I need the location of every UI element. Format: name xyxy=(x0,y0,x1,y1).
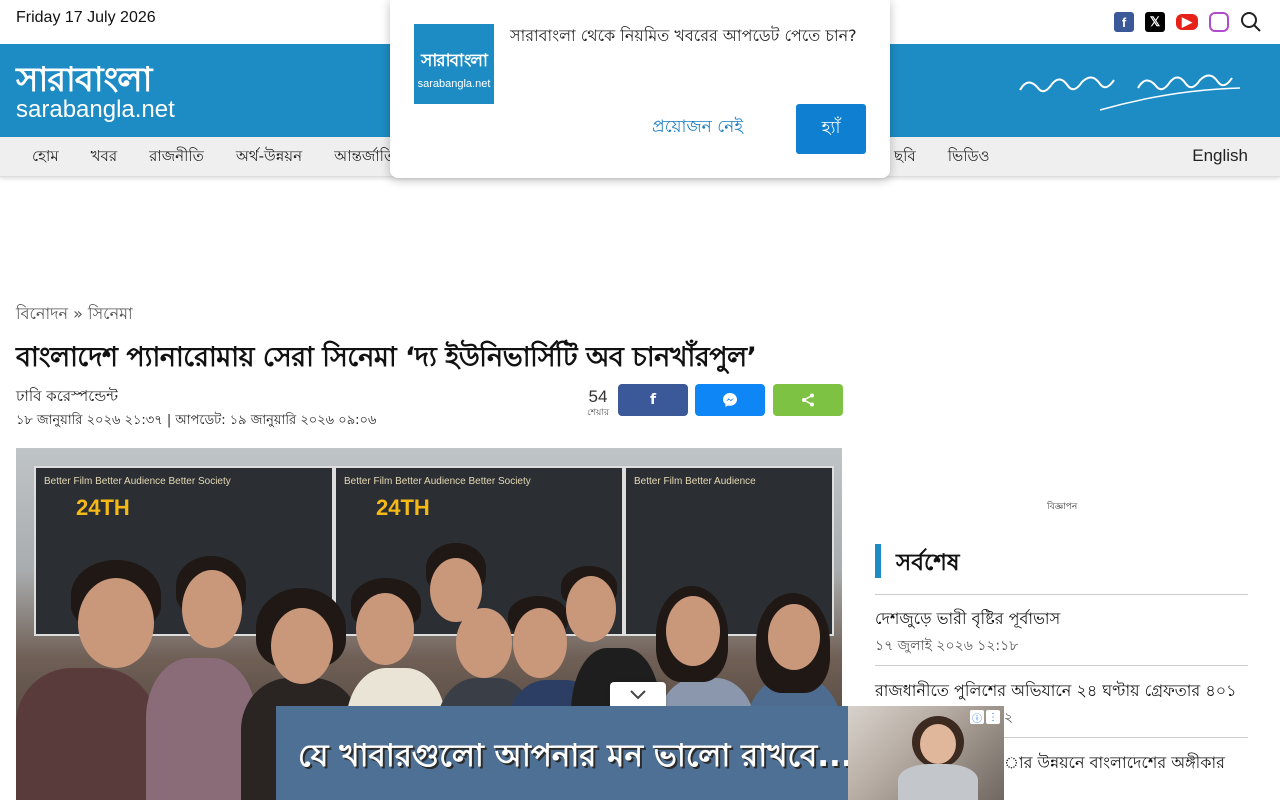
collapse-ad-button[interactable] xyxy=(610,682,666,708)
nav-item-politics[interactable]: রাজনীতি xyxy=(149,145,204,170)
person-face xyxy=(78,578,154,668)
slogan-signature xyxy=(1019,74,1241,111)
latest-news-title[interactable]: দেশজুড়ে ভারী বৃষ্টির পূর্বাভাস xyxy=(875,606,1060,633)
latest-news-title[interactable]: রাজধানীতে পুলিশের অভিযানে ২৪ ঘণ্টায় গ্র… xyxy=(875,678,1236,705)
latest-heading: সর্বশেষ xyxy=(896,550,960,576)
nav-item-home[interactable]: হোম xyxy=(32,145,59,170)
person-face xyxy=(456,608,512,678)
ad-headline: যে খাবারগুলো আপনার মন ভালো রাখবে... xyxy=(298,738,853,774)
article-headline: বাংলাদেশ প্যানারোমায় সেরা সিনেমা ‘দ্য ই… xyxy=(16,342,757,373)
ad-label: বিজ্ঞাপন xyxy=(1047,502,1078,512)
article-dates: ১৮ জানুয়ারি ২০২৬ ২১:৩৭ | আপডেট: ১৯ জানু… xyxy=(16,413,377,428)
x-icon[interactable]: 𝕏 xyxy=(1145,12,1165,32)
facebook-icon: f xyxy=(649,392,657,408)
prompt-message: সারাবাংলা থেকে নিয়মিত খবরের আপডেট পেতে … xyxy=(510,26,857,45)
share-more-button[interactable] xyxy=(773,384,843,416)
divider xyxy=(875,594,1248,595)
person-face xyxy=(356,593,414,665)
latest-news-title[interactable]: ার উন্নয়নে বাংলাদেশের অঙ্গীকার xyxy=(1004,750,1225,777)
share-count-label: শেয়ার xyxy=(587,407,609,417)
ad-menu-icon[interactable]: ⋮ xyxy=(986,710,1000,724)
current-date: Friday 17 July 2026 xyxy=(16,9,156,26)
site-logo-domain[interactable]: sarabangla.net xyxy=(16,96,175,124)
prompt-logo: সারাবাংলা sarabangla.net xyxy=(414,24,494,104)
ad-image-face xyxy=(920,724,956,764)
ad-image-body xyxy=(898,764,978,800)
social-links: f 𝕏 ▶ xyxy=(1114,11,1262,33)
instagram-icon[interactable] xyxy=(1209,12,1229,32)
latest-news-time: ১৭ জুলাই ২০২৬ ১২:১৮ xyxy=(875,638,1019,654)
person-face xyxy=(182,570,242,648)
share-icon xyxy=(802,393,814,407)
nav-item-news[interactable]: খবর xyxy=(91,145,117,170)
messenger-icon xyxy=(723,393,737,407)
english-link[interactable]: English xyxy=(1192,146,1248,166)
latest-accent-bar xyxy=(875,544,881,578)
person-face xyxy=(768,604,820,670)
person-face xyxy=(566,576,616,642)
poster-number: 24TH xyxy=(76,495,130,520)
share-messenger-button[interactable] xyxy=(695,384,765,416)
prompt-logo-en: sarabangla.net xyxy=(417,78,491,90)
breadcrumb[interactable]: বিনোদন » সিনেমা xyxy=(16,301,133,328)
person-face xyxy=(666,596,720,666)
chevron-down-icon xyxy=(630,690,646,700)
nav-item-economy[interactable]: অর্থ-উন্নয়ন xyxy=(236,145,302,170)
nav-item-international[interactable]: আন্তর্জাতি xyxy=(334,145,395,170)
share-facebook-button[interactable]: f xyxy=(618,384,688,416)
prompt-logo-bn: সারাবাংলা xyxy=(421,51,488,71)
share-count: 54 শেয়ার xyxy=(584,388,612,420)
decline-button[interactable]: প্রয়োজন নেই xyxy=(652,114,743,142)
youtube-icon[interactable]: ▶ xyxy=(1176,14,1198,30)
ad-choices[interactable]: ⓘ ⋮ xyxy=(970,710,1000,725)
sticky-bottom-ad[interactable]: যে খাবারগুলো আপনার মন ভালো রাখবে... ⓘ ⋮ xyxy=(276,706,1004,800)
share-count-number: 54 xyxy=(588,387,608,406)
accept-button[interactable]: হ্যাঁ xyxy=(796,104,866,154)
nav-item-video[interactable]: ভিডিও xyxy=(948,145,990,170)
latest-news-time: ২ xyxy=(1004,710,1014,726)
divider xyxy=(875,665,1248,666)
article-author: ঢাবি করেস্পন্ডেন্ট xyxy=(16,387,119,405)
nav-item-photo[interactable]: ছবি xyxy=(894,145,916,170)
notification-prompt: সারাবাংলা sarabangla.net সারাবাংলা থেকে … xyxy=(390,0,890,178)
person-face xyxy=(271,608,333,684)
person xyxy=(146,658,256,800)
ad-info-icon[interactable]: ⓘ xyxy=(970,710,984,725)
person-face xyxy=(513,608,567,678)
poster-tagline: Better Film Better Audience Better Socie… xyxy=(344,476,531,487)
person xyxy=(16,668,156,800)
search-icon[interactable] xyxy=(1240,11,1262,33)
poster-tagline: Better Film Better Audience Better Socie… xyxy=(44,476,231,487)
facebook-icon[interactable]: f xyxy=(1114,12,1134,32)
poster-number: 24TH xyxy=(376,495,430,520)
poster-tagline: Better Film Better Audience xyxy=(634,476,756,487)
